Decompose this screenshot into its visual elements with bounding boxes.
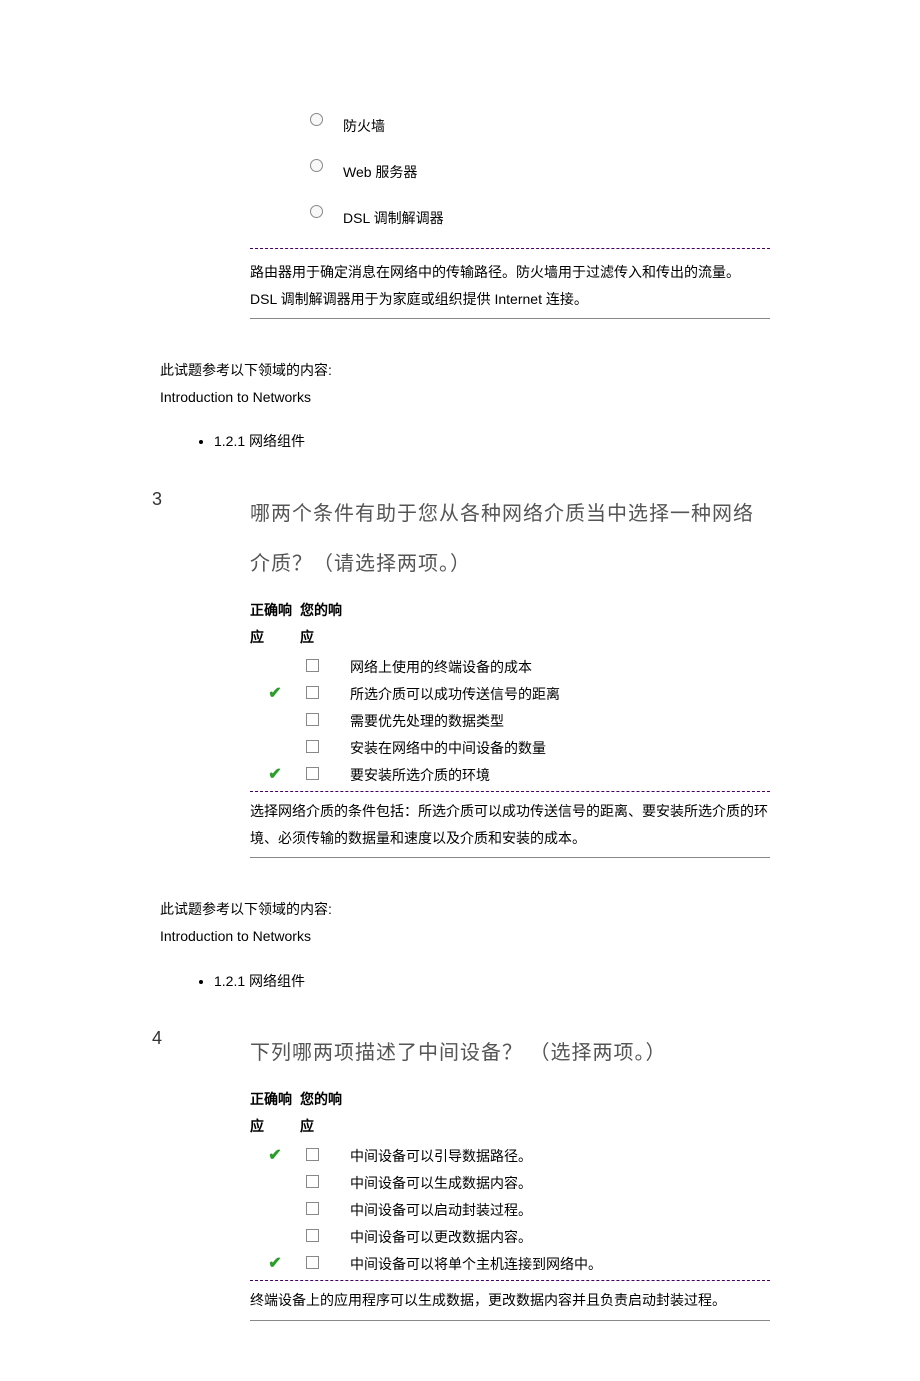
option-row: 中间设备可以更改数据内容。 [250, 1224, 770, 1247]
col-your-header: 您的响应 [300, 1086, 350, 1139]
radio-icon [310, 113, 323, 126]
your-cell [300, 767, 350, 780]
checkmark-icon: ✔ [268, 1145, 281, 1165]
radio-icon [310, 205, 323, 218]
question-body: 哪两个条件有助于您从各种网络介质当中选择一种网络介质？（请选择两项。） 正确响应… [250, 489, 770, 858]
question-number: 3 [150, 489, 250, 858]
checkbox-icon[interactable] [306, 740, 319, 753]
checkbox-icon[interactable] [306, 1256, 319, 1269]
reference-list: 1.2.1 网络组件 [214, 968, 770, 995]
option-label: 中间设备可以引导数据路径。 [350, 1143, 770, 1166]
answer-header: 正确响应 您的响应 [250, 1086, 770, 1139]
question-number: 4 [150, 1028, 250, 1321]
question-3: 3 哪两个条件有助于您从各种网络介质当中选择一种网络介质？（请选择两项。） 正确… [150, 489, 770, 858]
correct-cell: ✔ [250, 683, 300, 703]
option-label: 需要优先处理的数据类型 [350, 708, 770, 731]
option-label: 中间设备可以启动封装过程。 [350, 1197, 770, 1220]
checkbox-icon[interactable] [306, 1202, 319, 1215]
option-label: 网络上使用的终端设备的成本 [350, 654, 770, 677]
radio-option[interactable]: Web 服务器 [310, 156, 770, 182]
radio-icon [310, 159, 323, 172]
radio-option[interactable]: 防火墙 [310, 110, 770, 136]
option-row: ✔ 所选介质可以成功传送信号的距离 [250, 681, 770, 704]
document-page: 防火墙 Web 服务器 DSL 调制解调器 路由器用于确定消息在网络中的传输路径… [0, 0, 920, 1381]
question-text: 哪两个条件有助于您从各种网络介质当中选择一种网络介质？（请选择两项。） [250, 489, 770, 589]
reference-course: Introduction to Networks [160, 923, 770, 950]
checkmark-icon: ✔ [268, 683, 281, 703]
correct-cell: ✔ [250, 1253, 300, 1273]
checkbox-icon[interactable] [306, 659, 319, 672]
checkbox-icon[interactable] [306, 767, 319, 780]
correct-cell: ✔ [250, 1145, 300, 1165]
checkmark-icon: ✔ [268, 1253, 281, 1273]
col-correct-header: 正确响应 [250, 597, 300, 650]
option-row: 安装在网络中的中间设备的数量 [250, 735, 770, 758]
radio-label: Web 服务器 [343, 156, 417, 182]
col-correct-header: 正确响应 [250, 1086, 300, 1139]
correct-cell: ✔ [250, 764, 300, 784]
your-cell [300, 1175, 350, 1188]
checkbox-icon[interactable] [306, 713, 319, 726]
reference-list: 1.2.1 网络组件 [214, 428, 770, 455]
question-text: 下列哪两项描述了中间设备？ （选择两项。） [250, 1028, 770, 1078]
option-row: 中间设备可以启动封装过程。 [250, 1197, 770, 1220]
reference-intro: 此试题参考以下领域的内容: [160, 357, 770, 384]
radio-label: 防火墙 [343, 110, 385, 136]
question-4: 4 下列哪两项描述了中间设备？ （选择两项。） 正确响应 您的响应 ✔ 中间设备… [150, 1028, 770, 1321]
option-row: 网络上使用的终端设备的成本 [250, 654, 770, 677]
option-row: ✔ 要安装所选介质的环境 [250, 762, 770, 785]
option-label: 中间设备可以生成数据内容。 [350, 1170, 770, 1193]
option-label: 安装在网络中的中间设备的数量 [350, 735, 770, 758]
your-cell [300, 713, 350, 726]
option-label: 所选介质可以成功传送信号的距离 [350, 681, 770, 704]
option-row: 需要优先处理的数据类型 [250, 708, 770, 731]
q2-radio-options: 防火墙 Web 服务器 DSL 调制解调器 [310, 110, 770, 228]
reference-item: 1.2.1 网络组件 [214, 968, 770, 995]
question-body: 下列哪两项描述了中间设备？ （选择两项。） 正确响应 您的响应 ✔ 中间设备可以… [250, 1028, 770, 1321]
reference-course: Introduction to Networks [160, 384, 770, 411]
q4-explanation: 终端设备上的应用程序可以生成数据，更改数据内容并且负责启动封装过程。 [250, 1280, 770, 1321]
your-cell [300, 659, 350, 672]
option-label: 要安装所选介质的环境 [350, 762, 770, 785]
your-cell [300, 1148, 350, 1161]
option-label: 中间设备可以更改数据内容。 [350, 1224, 770, 1247]
checkmark-icon: ✔ [268, 764, 281, 784]
radio-option[interactable]: DSL 调制解调器 [310, 202, 770, 228]
col-your-header: 您的响应 [300, 597, 350, 650]
answer-header: 正确响应 您的响应 [250, 597, 770, 650]
option-row: 中间设备可以生成数据内容。 [250, 1170, 770, 1193]
q3-reference: 此试题参考以下领域的内容: Introduction to Networks 1… [160, 896, 770, 994]
your-cell [300, 686, 350, 699]
q2-explanation: 路由器用于确定消息在网络中的传输路径。防火墙用于过滤传入和传出的流量。 DSL … [250, 248, 770, 319]
radio-label: DSL 调制解调器 [343, 202, 444, 228]
your-cell [300, 1256, 350, 1269]
checkbox-icon[interactable] [306, 1229, 319, 1242]
checkbox-icon[interactable] [306, 1148, 319, 1161]
option-label: 中间设备可以将单个主机连接到网络中。 [350, 1251, 770, 1274]
your-cell [300, 1202, 350, 1215]
q3-explanation: 选择网络介质的条件包括：所选介质可以成功传送信号的距离、要安装所选介质的环境、必… [250, 791, 770, 858]
option-row: ✔ 中间设备可以将单个主机连接到网络中。 [250, 1251, 770, 1274]
checkbox-icon[interactable] [306, 1175, 319, 1188]
option-row: ✔ 中间设备可以引导数据路径。 [250, 1143, 770, 1166]
checkbox-icon[interactable] [306, 686, 319, 699]
your-cell [300, 1229, 350, 1242]
q2-reference: 此试题参考以下领域的内容: Introduction to Networks 1… [160, 357, 770, 455]
your-cell [300, 740, 350, 753]
reference-intro: 此试题参考以下领域的内容: [160, 896, 770, 923]
reference-item: 1.2.1 网络组件 [214, 428, 770, 455]
